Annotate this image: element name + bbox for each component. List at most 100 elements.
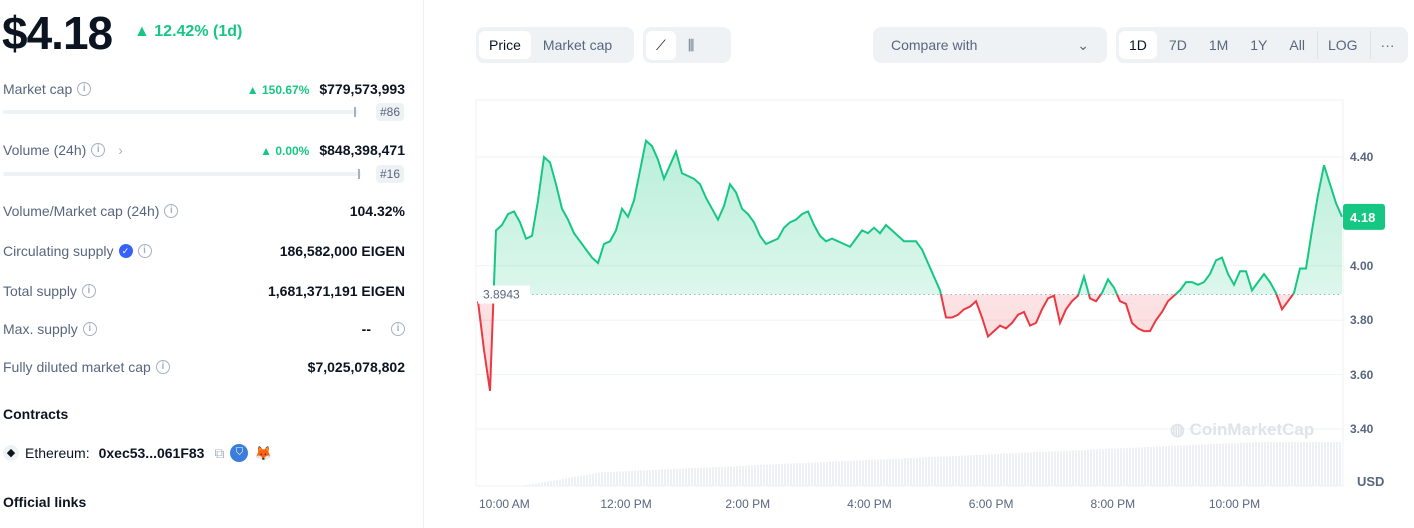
- volume-bar: [649, 470, 651, 486]
- volume-bar: [1126, 448, 1128, 486]
- volume-bar: [778, 464, 780, 486]
- volume-bar: [679, 468, 681, 486]
- volume-bar: [1273, 442, 1275, 486]
- volume-bar: [826, 461, 828, 486]
- volume-bar: [1006, 453, 1008, 486]
- volume-bar: [619, 471, 621, 486]
- volume-bar: [865, 460, 867, 486]
- volume-bar: [1096, 449, 1098, 486]
- price-chart[interactable]: 3.8943 4.18: [0, 0, 1414, 528]
- volume-bar: [1171, 445, 1173, 486]
- volume-bar: [571, 477, 573, 486]
- volume-bar: [1294, 442, 1296, 486]
- y-axis-unit: USD: [1357, 474, 1385, 489]
- volume-bar: [901, 458, 903, 486]
- volume-bar: [709, 467, 711, 486]
- volume-bar: [1153, 446, 1155, 486]
- volume-bar: [718, 466, 720, 486]
- volume-bar: [559, 479, 561, 486]
- volume-bar: [667, 469, 669, 486]
- volume-bar: [547, 481, 549, 486]
- volume-bar: [592, 473, 594, 486]
- volume-bar: [874, 459, 876, 486]
- volume-bar: [1300, 442, 1302, 486]
- volume-bar: [631, 470, 633, 486]
- volume-bar: [655, 469, 657, 486]
- volume-bar: [616, 471, 618, 486]
- volume-bar: [586, 474, 588, 486]
- volume-bar: [700, 467, 702, 486]
- volume-bar: [706, 467, 708, 486]
- volume-bar: [1102, 449, 1104, 486]
- volume-bar: [850, 460, 852, 486]
- volume-bar: [796, 463, 798, 486]
- volume-bar: [775, 464, 777, 486]
- volume-bar: [1219, 443, 1221, 486]
- volume-bar: [697, 467, 699, 486]
- volume-bar: [964, 455, 966, 486]
- volume-bar: [1039, 452, 1041, 486]
- volume-bar: [979, 454, 981, 486]
- volume-bar: [1309, 442, 1311, 486]
- volume-bar: [538, 482, 540, 486]
- volume-bar: [1099, 449, 1101, 486]
- volume-bar: [730, 466, 732, 486]
- volume-bar: [1000, 453, 1002, 486]
- volume-bar: [1252, 442, 1254, 486]
- volume-bar: [838, 461, 840, 486]
- volume-bar: [1147, 447, 1149, 486]
- y-tick-label: 3.60: [1350, 367, 1374, 382]
- volume-bar: [640, 470, 642, 486]
- volume-bar: [1021, 452, 1023, 486]
- volume-bar: [733, 466, 735, 486]
- volume-bar: [766, 464, 768, 486]
- volume-bar: [715, 467, 717, 486]
- volume-bar: [994, 454, 996, 486]
- volume-bar: [784, 463, 786, 486]
- volume-bar: [1258, 442, 1260, 486]
- volume-bar: [982, 454, 984, 486]
- baseline-label: 3.8943: [483, 288, 520, 302]
- volume-bar: [532, 484, 534, 486]
- volume-bar: [1324, 442, 1326, 486]
- volume-bar: [1246, 442, 1248, 486]
- volume-bar: [868, 459, 870, 486]
- volume-bar: [535, 483, 537, 486]
- volume-bar: [739, 465, 741, 486]
- volume-bar: [1315, 442, 1317, 486]
- volume-bar: [703, 467, 705, 486]
- volume-bar: [1150, 446, 1152, 486]
- volume-bar: [748, 465, 750, 486]
- volume-bar: [1333, 442, 1335, 486]
- volume-bar: [802, 463, 804, 486]
- volume-bar: [1060, 451, 1062, 486]
- volume-bar: [1054, 451, 1056, 486]
- y-tick-label: 3.80: [1350, 313, 1374, 328]
- volume-bar: [787, 463, 789, 486]
- volume-bar: [790, 463, 792, 486]
- volume-bar: [1123, 448, 1125, 486]
- volume-bar: [856, 460, 858, 486]
- volume-bar: [844, 461, 846, 486]
- x-tick-label: 10:00 AM: [479, 497, 530, 511]
- volume-bar: [1048, 451, 1050, 486]
- volume-bar: [1084, 449, 1086, 486]
- volume-bar: [526, 485, 528, 486]
- volume-bar: [1234, 443, 1236, 486]
- volume-bar: [985, 454, 987, 486]
- volume-bar: [913, 457, 915, 486]
- volume-bar: [943, 456, 945, 486]
- volume-bar: [1279, 442, 1281, 486]
- current-price-label: 4.18: [1350, 210, 1375, 225]
- volume-bar: [931, 457, 933, 486]
- volume-bar: [577, 476, 579, 486]
- volume-bar: [550, 480, 552, 486]
- volume-bar: [811, 462, 813, 486]
- volume-bar: [769, 464, 771, 486]
- volume-bar: [556, 479, 558, 486]
- volume-bar: [1207, 444, 1209, 486]
- volume-bar: [967, 455, 969, 486]
- volume-bar: [562, 478, 564, 486]
- volume-bar: [793, 463, 795, 486]
- volume-bar: [574, 476, 576, 486]
